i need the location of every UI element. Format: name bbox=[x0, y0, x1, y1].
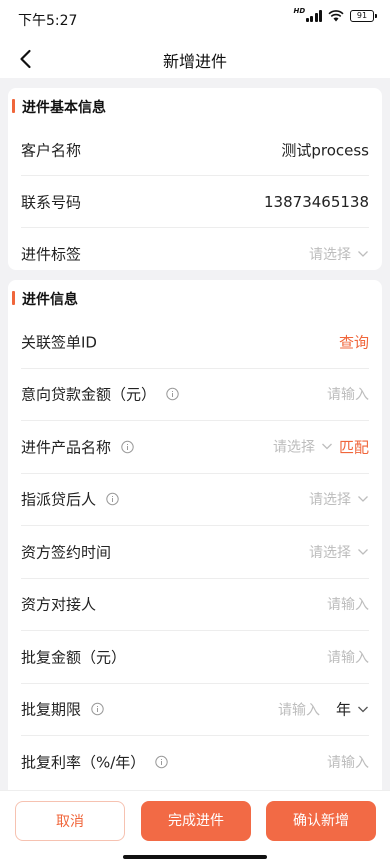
field-label: 客户名称 bbox=[21, 141, 82, 159]
approved-term-row[interactable]: 批复期限 请输入 年 bbox=[21, 684, 369, 736]
chevron-down-icon bbox=[322, 443, 332, 450]
section-accent-bar bbox=[12, 99, 15, 113]
product-name-row[interactable]: 进件产品名称 请选择 匹配 bbox=[21, 421, 369, 474]
battery-icon: 91 bbox=[350, 10, 377, 22]
field-label: 批复期限 bbox=[21, 700, 82, 719]
section-header: 进件信息 bbox=[8, 280, 382, 316]
term-unit-select[interactable]: 年 bbox=[336, 699, 351, 720]
field-label: 指派贷后人 bbox=[21, 490, 97, 509]
field-label: 批复利率（%/年） bbox=[21, 753, 146, 772]
loan-amount-row[interactable]: 意向贷款金额（元） 请输入 bbox=[21, 369, 369, 421]
field-label: 批复金额（元） bbox=[21, 648, 127, 667]
field-label: 资方对接人 bbox=[21, 595, 97, 614]
approved-amount-row[interactable]: 批复金额（元） 请输入 bbox=[21, 631, 369, 684]
section-title: 进件信息 bbox=[22, 292, 78, 308]
bottom-action-bar: 取消 完成进件 确认新增 bbox=[0, 790, 390, 866]
approved-term-input[interactable]: 请输入 bbox=[278, 699, 320, 719]
info-icon[interactable] bbox=[121, 440, 134, 453]
tag-select-row[interactable]: 进件标签 请选择 bbox=[21, 228, 369, 270]
phone-value: 13873465138 bbox=[264, 192, 369, 211]
tag-select-placeholder[interactable]: 请选择 bbox=[309, 244, 351, 264]
complete-button[interactable]: 完成进件 bbox=[141, 801, 251, 841]
status-time: 下午5:27 bbox=[18, 13, 78, 29]
section-accent-bar bbox=[12, 291, 15, 305]
customer-name-value: 测试process bbox=[281, 141, 369, 159]
loan-amount-input[interactable]: 请输入 bbox=[327, 384, 369, 404]
field-label: 意向贷款金额（元） bbox=[21, 385, 157, 404]
approved-rate-input[interactable]: 请输入 bbox=[327, 752, 369, 772]
nav-bar: 新增进件 bbox=[0, 40, 390, 78]
signal-icon: HD bbox=[294, 7, 322, 22]
sign-time-row[interactable]: 资方签约时间 请选择 bbox=[21, 526, 369, 579]
related-sign-id-row: 关联签单ID 查询 bbox=[21, 316, 369, 369]
assignee-row[interactable]: 指派贷后人 请选择 bbox=[21, 474, 369, 526]
field-label: 联系号码 bbox=[21, 193, 82, 211]
product-select-placeholder[interactable]: 请选择 bbox=[273, 437, 315, 457]
field-label: 关联签单ID bbox=[21, 333, 97, 352]
info-icon[interactable] bbox=[91, 703, 104, 716]
approved-amount-input[interactable]: 请输入 bbox=[327, 647, 369, 667]
field-label: 资方签约时间 bbox=[21, 543, 112, 562]
status-icons: HD 91 bbox=[294, 7, 377, 22]
phone-row[interactable]: 联系号码 13873465138 bbox=[21, 176, 369, 228]
query-button[interactable]: 查询 bbox=[339, 331, 369, 352]
section-header: 进件基本信息 bbox=[8, 88, 382, 124]
customer-name-row[interactable]: 客户名称 测试process bbox=[21, 124, 369, 176]
chevron-down-icon bbox=[358, 548, 368, 555]
chevron-down-icon bbox=[358, 706, 368, 713]
status-bar: 下午5:27 HD 91 bbox=[0, 0, 390, 40]
confirm-add-button[interactable]: 确认新增 bbox=[266, 801, 376, 841]
match-button[interactable]: 匹配 bbox=[339, 436, 369, 457]
wifi-icon bbox=[328, 10, 344, 22]
cancel-button[interactable]: 取消 bbox=[15, 801, 125, 841]
chevron-down-icon bbox=[358, 496, 368, 503]
field-label: 进件产品名称 bbox=[21, 438, 112, 457]
network-type-label: HD bbox=[293, 7, 306, 15]
section-title: 进件基本信息 bbox=[22, 100, 106, 116]
sign-time-select-placeholder[interactable]: 请选择 bbox=[309, 542, 351, 562]
info-icon[interactable] bbox=[166, 388, 179, 401]
info-icon[interactable] bbox=[155, 756, 169, 769]
info-card: 进件信息 关联签单ID 查询 意向贷款金额（元） 请输入 进件产品名称 请选择 … bbox=[8, 280, 382, 800]
field-label: 进件标签 bbox=[21, 245, 82, 264]
approved-rate-row[interactable]: 批复利率（%/年） 请输入 bbox=[21, 736, 369, 789]
info-icon[interactable] bbox=[106, 493, 119, 506]
home-indicator bbox=[123, 855, 267, 859]
page-title: 新增进件 bbox=[162, 52, 227, 71]
chevron-down-icon bbox=[358, 251, 368, 257]
contact-person-input[interactable]: 请输入 bbox=[327, 594, 369, 614]
assignee-select-placeholder[interactable]: 请选择 bbox=[309, 489, 351, 509]
basic-info-card: 进件基本信息 客户名称 测试process 联系号码 13873465138 进… bbox=[8, 88, 382, 270]
contact-person-row[interactable]: 资方对接人 请输入 bbox=[21, 579, 369, 631]
